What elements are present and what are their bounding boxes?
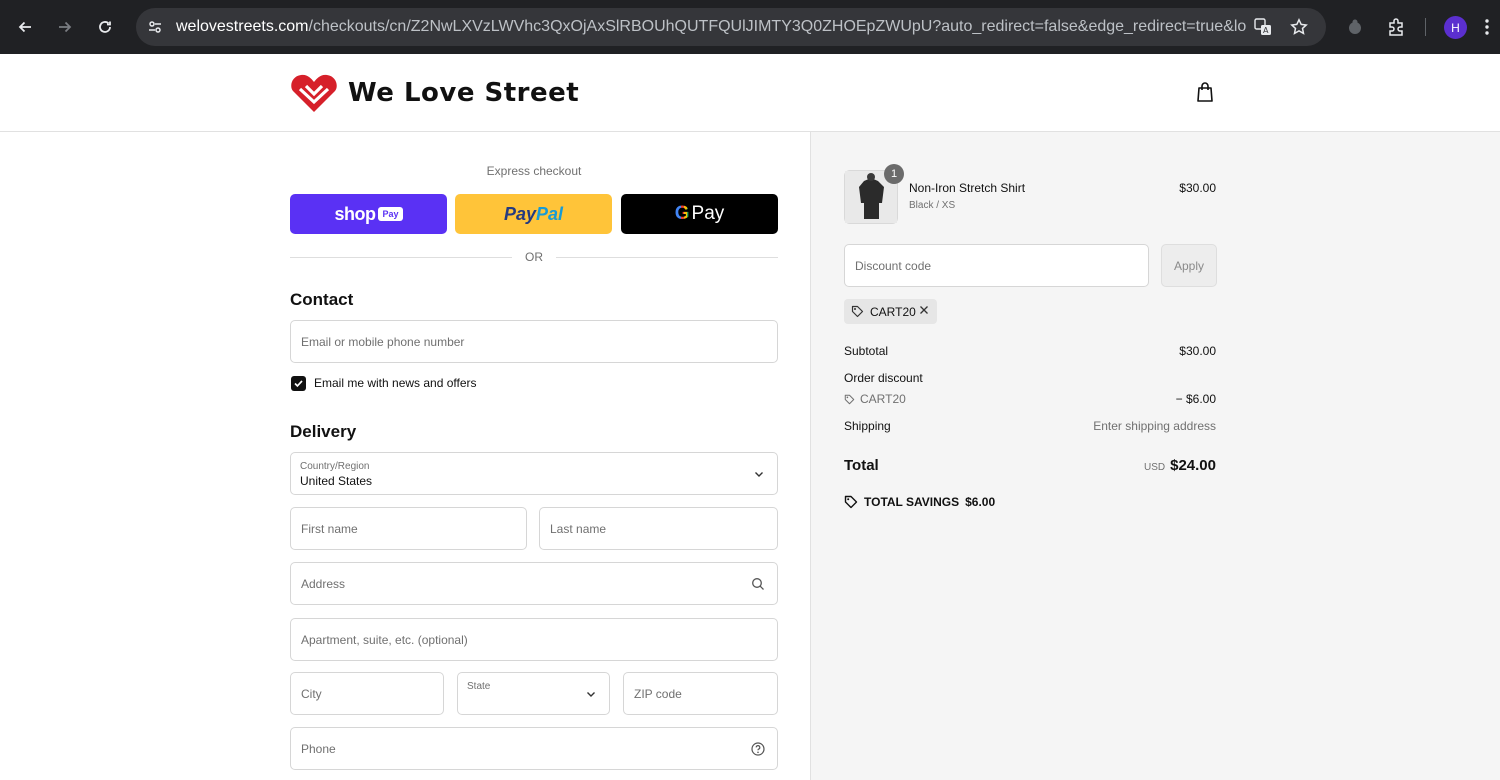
- email-field[interactable]: Email or mobile phone number: [290, 320, 778, 363]
- order-discount-code-row: CART20: [844, 392, 906, 406]
- state-select[interactable]: State: [457, 672, 610, 715]
- toolbar-divider: [1425, 18, 1426, 36]
- quantity-badge: 1: [884, 164, 904, 184]
- zip-code-field[interactable]: ZIP code: [623, 672, 778, 715]
- first-name-placeholder: First name: [301, 522, 358, 536]
- apartment-field[interactable]: Apartment, suite, etc. (optional): [290, 618, 778, 661]
- browser-menu-icon[interactable]: [1484, 17, 1490, 42]
- total-label: Total: [844, 457, 879, 474]
- paypal-wordmark-part2: Pal: [536, 203, 564, 224]
- site-settings-icon[interactable]: [144, 16, 166, 38]
- browser-toolbar: welovestreets.com/checkouts/cn/Z2NwLXVzL…: [0, 0, 1500, 54]
- google-pay-label: Pay: [691, 203, 725, 224]
- savings-label: TOTAL SAVINGS: [864, 495, 960, 509]
- store-name[interactable]: We Love Street: [348, 78, 579, 108]
- apply-discount-button[interactable]: Apply: [1161, 244, 1217, 287]
- item-price: $30.00: [1179, 181, 1216, 195]
- total-value: $24.00: [1170, 457, 1216, 474]
- address-bar[interactable]: welovestreets.com/checkouts/cn/Z2NwLXVzL…: [136, 8, 1326, 46]
- first-name-field[interactable]: First name: [290, 507, 527, 550]
- item-variant: Black / XS: [909, 200, 956, 211]
- translate-icon[interactable]: A: [1253, 17, 1273, 37]
- divider-line: [556, 257, 778, 258]
- country-select[interactable]: Country/Region United States: [290, 452, 778, 495]
- order-discount-label: Order discount: [844, 371, 923, 385]
- applied-code-chip: CART20: [844, 299, 937, 324]
- newsletter-checkbox[interactable]: [291, 376, 306, 391]
- forward-icon[interactable]: [52, 14, 78, 40]
- express-checkout-label: Express checkout: [486, 164, 582, 178]
- store-header: We Love Street: [0, 54, 1500, 132]
- state-label: State: [467, 681, 491, 692]
- order-discount-value: − $6.00: [1175, 392, 1216, 406]
- bookmark-star-icon[interactable]: [1289, 17, 1309, 37]
- total-savings: TOTAL SAVINGS $6.00: [844, 495, 995, 509]
- shop-pay-button[interactable]: shop Pay: [290, 194, 447, 234]
- zip-code-placeholder: ZIP code: [634, 687, 682, 701]
- paypal-wordmark-part1: Pay: [503, 203, 536, 224]
- logo-heart-icon[interactable]: [290, 72, 338, 114]
- city-field[interactable]: City: [290, 672, 444, 715]
- chevron-down-icon: [755, 472, 763, 477]
- shop-pay-wordmark: shop: [334, 203, 376, 224]
- subtotal-label: Subtotal: [844, 344, 889, 358]
- shipping-value: Enter shipping address: [1093, 419, 1216, 433]
- tag-icon: [851, 305, 864, 318]
- shipping-label: Shipping: [844, 419, 891, 433]
- chevron-down-icon: [587, 692, 595, 697]
- or-divider: OR: [290, 250, 778, 264]
- applied-code-label: CART20: [870, 304, 916, 319]
- newsletter-label[interactable]: Email me with news and offers: [314, 376, 477, 390]
- url-text: welovestreets.com/checkouts/cn/Z2NwLXVzL…: [176, 18, 1246, 35]
- address-placeholder: Address: [301, 577, 346, 591]
- total-amount: USD $24.00: [1144, 457, 1216, 474]
- order-summary: 1 Non-Iron Stretch Shirt Black / XS $30.…: [810, 132, 1500, 780]
- country-label: Country/Region: [300, 461, 370, 472]
- extension-icon[interactable]: [1343, 15, 1367, 39]
- city-placeholder: City: [301, 687, 322, 701]
- extensions-puzzle-icon[interactable]: [1384, 15, 1408, 39]
- apartment-placeholder: Apartment, suite, etc. (optional): [301, 633, 468, 647]
- contact-heading: Contact: [290, 290, 354, 309]
- profile-avatar[interactable]: H: [1444, 16, 1467, 39]
- savings-value: $6.00: [965, 495, 996, 509]
- google-g-icon: G: [674, 203, 690, 224]
- phone-field[interactable]: Phone: [290, 727, 778, 770]
- paypal-button[interactable]: Pay Pal: [455, 194, 612, 234]
- help-circle-icon[interactable]: [751, 742, 765, 756]
- email-placeholder: Email or mobile phone number: [301, 335, 465, 349]
- country-value: United States: [300, 474, 373, 488]
- phone-placeholder: Phone: [301, 742, 336, 756]
- total-currency: USD: [1143, 462, 1166, 473]
- checkmark-icon: [294, 380, 303, 388]
- reload-icon[interactable]: [92, 14, 118, 40]
- last-name-field[interactable]: Last name: [539, 507, 778, 550]
- last-name-placeholder: Last name: [550, 522, 607, 536]
- google-pay-button[interactable]: G Pay: [621, 194, 778, 234]
- svg-text:A: A: [1263, 26, 1269, 35]
- shop-pay-pill: Pay: [378, 207, 403, 221]
- savings-tag-icon: [844, 495, 858, 509]
- subtotal-value: $30.00: [1179, 344, 1216, 358]
- discount-placeholder: Discount code: [855, 259, 932, 273]
- order-discount-code: CART20: [860, 392, 906, 406]
- remove-code-icon[interactable]: [918, 304, 930, 316]
- back-icon[interactable]: [12, 14, 38, 40]
- checkout-main: Express checkout shop Pay Pay Pal G Pay OR…: [0, 132, 810, 780]
- search-icon: [752, 578, 764, 590]
- tag-icon: [844, 394, 855, 404]
- shopping-bag-icon[interactable]: [1195, 81, 1215, 103]
- item-name: Non-Iron Stretch Shirt: [909, 181, 1026, 195]
- delivery-heading: Delivery: [290, 422, 357, 441]
- discount-code-field[interactable]: Discount code: [844, 244, 1149, 287]
- address-field[interactable]: Address: [290, 562, 778, 605]
